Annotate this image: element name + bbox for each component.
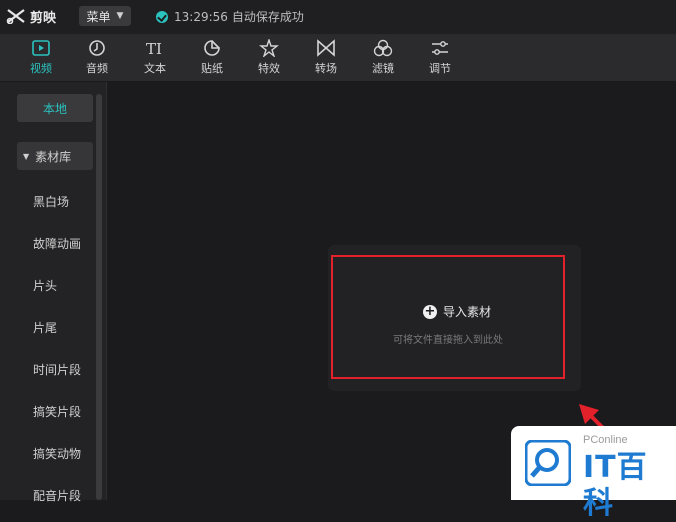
audio-icon (89, 40, 105, 56)
sidebar-item-local[interactable]: 本地 (17, 94, 93, 122)
tab-effects[interactable]: 特效 (247, 39, 291, 79)
logo-icon (6, 9, 25, 24)
sidebar-item-black-white[interactable]: 黑白场 (17, 187, 93, 215)
tab-label: 文本 (144, 62, 166, 75)
watermark: PConline IT百科 (511, 426, 676, 521)
watermark-name: IT百科 (583, 450, 648, 521)
tab-label: 滤镜 (372, 62, 394, 75)
plus-icon: + (423, 303, 437, 319)
tab-text[interactable]: TI 文本 (133, 39, 177, 79)
sidebar-item-glitch[interactable]: 故障动画 (17, 229, 93, 257)
sidebar-item-intro[interactable]: 片头 (17, 271, 93, 299)
tab-transition[interactable]: 转场 (304, 39, 348, 79)
import-hint: 可将文件直接拖入到此处 (393, 335, 503, 346)
menu-label: 菜单 (86, 9, 111, 24)
app-title: 剪映 (30, 10, 57, 26)
status-text: 自动保存成功 (231, 10, 304, 24)
sidebar-item-label: 片尾 (33, 320, 58, 335)
menu-button[interactable]: 菜单 ▼ (79, 6, 131, 26)
video-icon (32, 40, 50, 56)
check-circle-icon (156, 10, 168, 23)
sidebar-item-label: 片头 (33, 278, 58, 293)
sticker-icon (204, 40, 220, 56)
app-logo: 剪映 (6, 6, 56, 26)
transition-icon (317, 39, 335, 57)
tab-audio[interactable]: 音频 (75, 39, 119, 79)
sidebar-item-outro[interactable]: 片尾 (17, 313, 93, 341)
import-media-button[interactable]: + 导入素材 (423, 303, 491, 320)
sidebar-item-label: 黑白场 (33, 194, 70, 209)
tab-label: 特效 (258, 62, 280, 75)
sidebar-item-funny-animals[interactable]: 搞笑动物 (17, 439, 93, 467)
watermark-brand: PConline (583, 434, 628, 446)
sidebar-item-label: 配音片段 (33, 488, 82, 503)
caret-down-icon: ▼ (23, 151, 30, 161)
tab-label: 转场 (315, 62, 337, 75)
sidebar-item-label: 本地 (42, 101, 67, 116)
tab-label: 音频 (86, 62, 108, 75)
adjust-icon (432, 41, 448, 55)
sidebar-scrollbar[interactable] (96, 94, 102, 500)
title-bar: 剪映 菜单 ▼ 13:29:56 自动保存成功 (0, 0, 676, 35)
magnifier-logo-icon (525, 440, 571, 486)
status-time: 13:29:56 (174, 9, 228, 24)
filter-icon (373, 39, 393, 57)
sidebar-item-label: 时间片段 (33, 362, 82, 377)
autosave-status: 13:29:56 自动保存成功 (156, 8, 304, 25)
sidebar-item-label: 故障动画 (33, 236, 82, 251)
tab-label: 贴纸 (201, 62, 223, 75)
svg-text:TI: TI (146, 40, 162, 57)
tab-label: 调节 (429, 62, 451, 75)
material-sidebar: 本地 ▼ 素材库 黑白场 故障动画 片头 片尾 时间片段 搞笑片段 搞笑动物 配… (0, 82, 107, 503)
sidebar-item-time-clips[interactable]: 时间片段 (17, 355, 93, 383)
tab-adjust[interactable]: 调节 (418, 39, 462, 79)
chevron-down-icon: ▼ (116, 11, 124, 21)
tab-video[interactable]: 视频 (19, 39, 63, 79)
sidebar-item-funny-clips[interactable]: 搞笑片段 (17, 397, 93, 425)
sidebar-item-label: 素材库 (35, 149, 72, 164)
tab-label: 视频 (30, 62, 52, 75)
sidebar-item-label: 搞笑片段 (33, 404, 82, 419)
tab-filter[interactable]: 滤镜 (361, 39, 405, 79)
sidebar-item-voice-clips[interactable]: 配音片段 (17, 481, 93, 509)
media-toolbar: 视频 音频 TI 文本 贴纸 特效 转场 滤镜 调节 (0, 35, 676, 82)
sidebar-item-label: 搞笑动物 (33, 446, 82, 461)
sidebar-item-library[interactable]: ▼ 素材库 (17, 142, 93, 170)
tab-sticker[interactable]: 贴纸 (190, 39, 234, 79)
import-label: 导入素材 (443, 305, 492, 319)
text-icon: TI (146, 40, 162, 57)
effects-icon (259, 39, 279, 57)
